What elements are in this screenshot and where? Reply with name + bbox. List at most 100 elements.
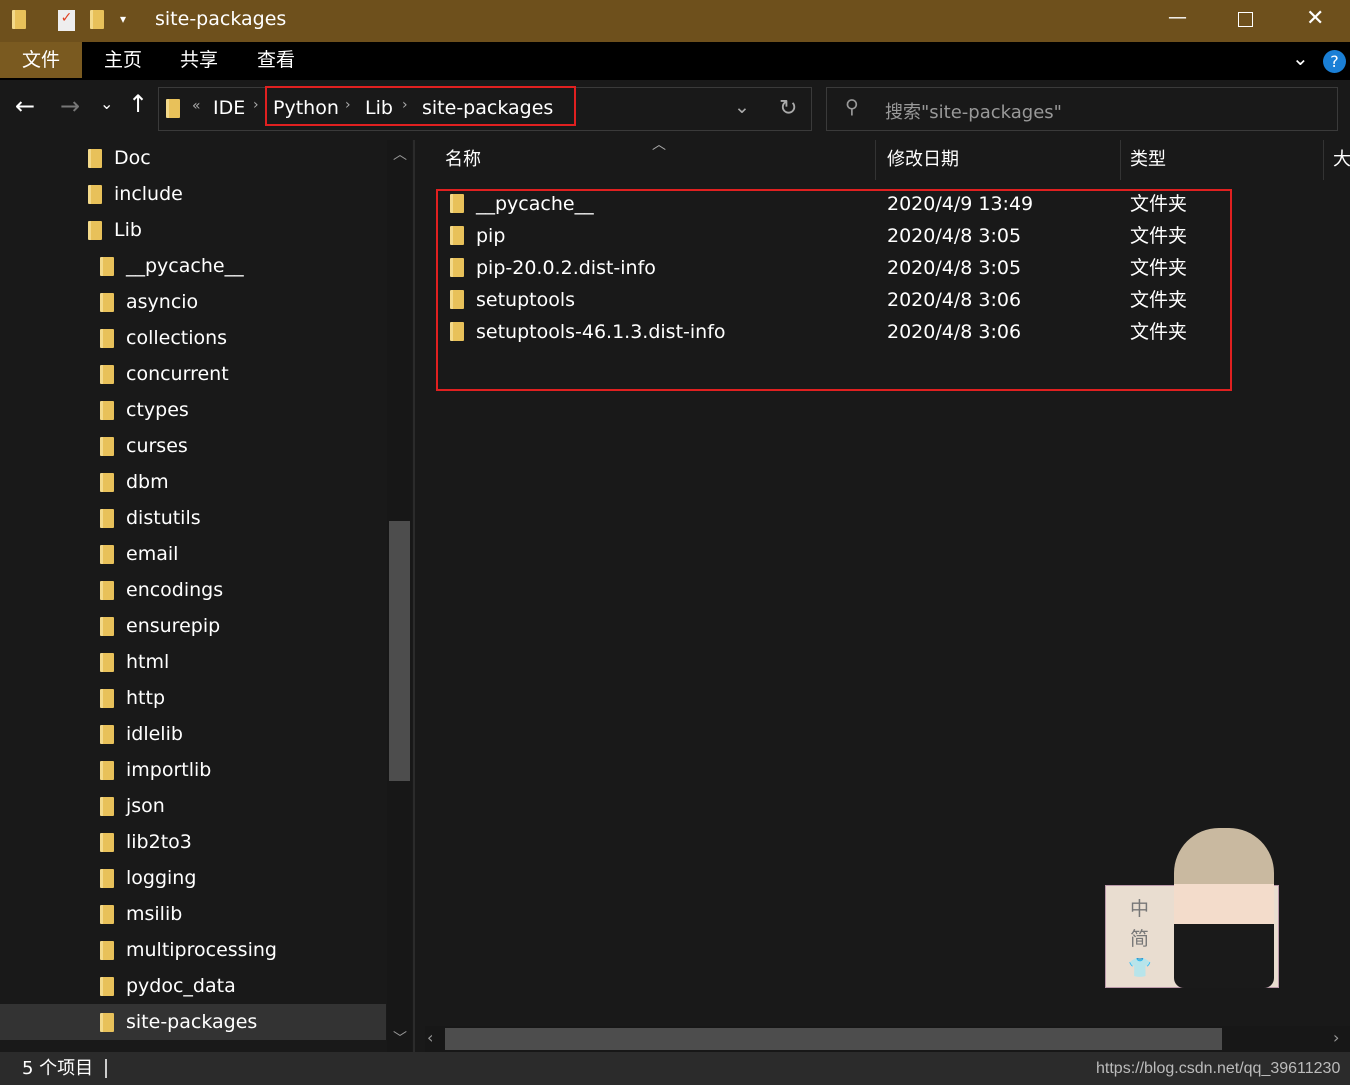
scrollbar-thumb[interactable]: [445, 1028, 1222, 1050]
sidebar-item[interactable]: distutils: [0, 500, 386, 536]
tab-view[interactable]: 查看: [235, 42, 317, 78]
navigation-pane: Doc include Lib __pycache__ asyncio collectio…: [0, 140, 415, 1052]
sidebar-item[interactable]: email: [0, 536, 386, 572]
search-box[interactable]: ⚲ 搜索"site-packages": [826, 87, 1338, 131]
breadcrumb-site-packages[interactable]: site-packages: [422, 97, 553, 119]
file-date: 2020/4/8 3:06: [887, 289, 1022, 311]
sidebar-item-label: concurrent: [126, 363, 229, 385]
forward-button[interactable]: →: [60, 92, 80, 120]
minimize-button[interactable]: —: [1168, 6, 1187, 28]
sidebar-item[interactable]: ensurepip: [0, 608, 386, 644]
scrollbar-thumb[interactable]: [389, 521, 410, 781]
breadcrumb-lib[interactable]: Lib: [365, 97, 393, 119]
folder-icon: [100, 904, 114, 924]
tab-share[interactable]: 共享: [158, 42, 240, 78]
skin-icon[interactable]: 👕: [1128, 956, 1152, 979]
sidebar-item-label: html: [126, 651, 170, 673]
close-button[interactable]: ✕: [1306, 6, 1324, 31]
sidebar-item[interactable]: __pycache__: [0, 248, 386, 284]
sidebar-item[interactable]: multiprocessing: [0, 932, 386, 968]
column-date[interactable]: 修改日期: [887, 140, 959, 180]
sidebar-item[interactable]: json: [0, 788, 386, 824]
sidebar-item[interactable]: collections: [0, 320, 386, 356]
sidebar-item-label: distutils: [126, 507, 201, 529]
chevron-right-icon[interactable]: ›: [253, 97, 259, 113]
column-type[interactable]: 类型: [1130, 140, 1166, 180]
tab-home[interactable]: 主页: [82, 42, 164, 78]
file-row[interactable]: setuptools 2020/4/8 3:06 文件夹: [447, 284, 1227, 316]
scroll-left-icon[interactable]: ‹: [427, 1028, 433, 1047]
file-row[interactable]: setuptools-46.1.3.dist-info 2020/4/8 3:06…: [447, 316, 1227, 348]
breadcrumb-ide[interactable]: IDE: [213, 97, 245, 119]
refresh-icon[interactable]: ↻: [779, 96, 797, 121]
overflow-icon[interactable]: «: [192, 98, 201, 114]
sidebar-item[interactable]: encodings: [0, 572, 386, 608]
sidebar-item[interactable]: Doc: [0, 140, 386, 176]
back-button[interactable]: ←: [15, 92, 35, 120]
sidebar-item[interactable]: ctypes: [0, 392, 386, 428]
recent-locations-icon[interactable]: ⌄: [100, 94, 113, 113]
file-date: 2020/4/8 3:06: [887, 321, 1022, 343]
sidebar-item[interactable]: lib2to3: [0, 824, 386, 860]
folder-icon: [100, 832, 114, 852]
sidebar-item[interactable]: site-packages: [0, 1004, 386, 1040]
breadcrumb-python[interactable]: Python: [273, 97, 339, 119]
up-button[interactable]: ↑: [128, 90, 148, 118]
tab-file[interactable]: 文件: [0, 42, 82, 78]
file-row[interactable]: pip 2020/4/8 3:05 文件夹: [447, 220, 1227, 252]
ime-simplified-mode[interactable]: 简: [1130, 924, 1149, 951]
search-input[interactable]: 搜索"site-packages": [885, 98, 1062, 124]
folder-icon: [100, 508, 114, 528]
sidebar-item[interactable]: Lib: [0, 212, 386, 248]
properties-icon[interactable]: ✓: [58, 10, 75, 31]
sidebar-item[interactable]: msilib: [0, 896, 386, 932]
folder-icon: [100, 256, 114, 276]
file-date: 2020/4/8 3:05: [887, 225, 1022, 247]
sidebar-item[interactable]: curses: [0, 428, 386, 464]
sidebar-item-label: multiprocessing: [126, 939, 277, 961]
sidebar-item[interactable]: html: [0, 644, 386, 680]
folder-icon: [100, 796, 114, 816]
sidebar-item[interactable]: concurrent: [0, 356, 386, 392]
sidebar-item-label: Lib: [114, 219, 142, 241]
maximize-button[interactable]: [1238, 12, 1253, 27]
horizontal-scrollbar[interactable]: ‹ ›: [425, 1026, 1350, 1052]
ime-chinese-mode[interactable]: 中: [1130, 894, 1149, 921]
chevron-right-icon[interactable]: ›: [345, 97, 351, 113]
address-dropdown-icon[interactable]: ⌄: [734, 96, 750, 118]
scroll-right-icon[interactable]: ›: [1333, 1028, 1339, 1047]
file-name: pip: [476, 225, 506, 247]
column-size[interactable]: 大: [1333, 140, 1350, 180]
sidebar-item[interactable]: dbm: [0, 464, 386, 500]
scroll-down-icon[interactable]: ﹀: [393, 1028, 407, 1048]
folder-icon: [100, 400, 114, 420]
sidebar-item[interactable]: asyncio: [0, 284, 386, 320]
sidebar-item[interactable]: idlelib: [0, 716, 386, 752]
file-type: 文件夹: [1130, 257, 1188, 279]
file-name: setuptools: [476, 289, 576, 311]
sidebar-item-label: json: [126, 795, 165, 817]
column-name[interactable]: 名称: [445, 140, 481, 180]
folder-icon: [88, 148, 102, 168]
folder-icon: [100, 580, 114, 600]
scroll-up-icon[interactable]: ︿: [393, 144, 407, 164]
file-row[interactable]: pip-20.0.2.dist-info 2020/4/8 3:05 文件夹: [447, 252, 1227, 284]
address-bar[interactable]: « IDE › Python › Lib › site-packages ⌄ ↻: [158, 86, 812, 131]
folder-icon: [100, 1012, 114, 1032]
sidebar-scrollbar[interactable]: ︿ ﹀: [387, 140, 412, 1052]
sidebar-item[interactable]: logging: [0, 860, 386, 896]
new-folder-icon[interactable]: [90, 10, 104, 29]
file-row[interactable]: __pycache__ 2020/4/9 13:49 文件夹: [447, 188, 1227, 220]
ime-widget[interactable]: 中 简 👕: [1105, 828, 1279, 988]
sidebar-item[interactable]: importlib: [0, 752, 386, 788]
file-name: pip-20.0.2.dist-info: [476, 257, 656, 279]
folder-icon: [100, 868, 114, 888]
quick-access-dropdown-icon[interactable]: ▾: [120, 12, 126, 26]
help-icon[interactable]: ?: [1323, 50, 1346, 73]
chevron-right-icon[interactable]: ›: [402, 97, 408, 113]
sidebar-item[interactable]: pydoc_data: [0, 968, 386, 1004]
sidebar-item[interactable]: include: [0, 176, 386, 212]
sidebar-item-label: http: [126, 687, 166, 709]
expand-ribbon-icon[interactable]: ⌄: [1292, 46, 1309, 70]
sidebar-item[interactable]: http: [0, 680, 386, 716]
